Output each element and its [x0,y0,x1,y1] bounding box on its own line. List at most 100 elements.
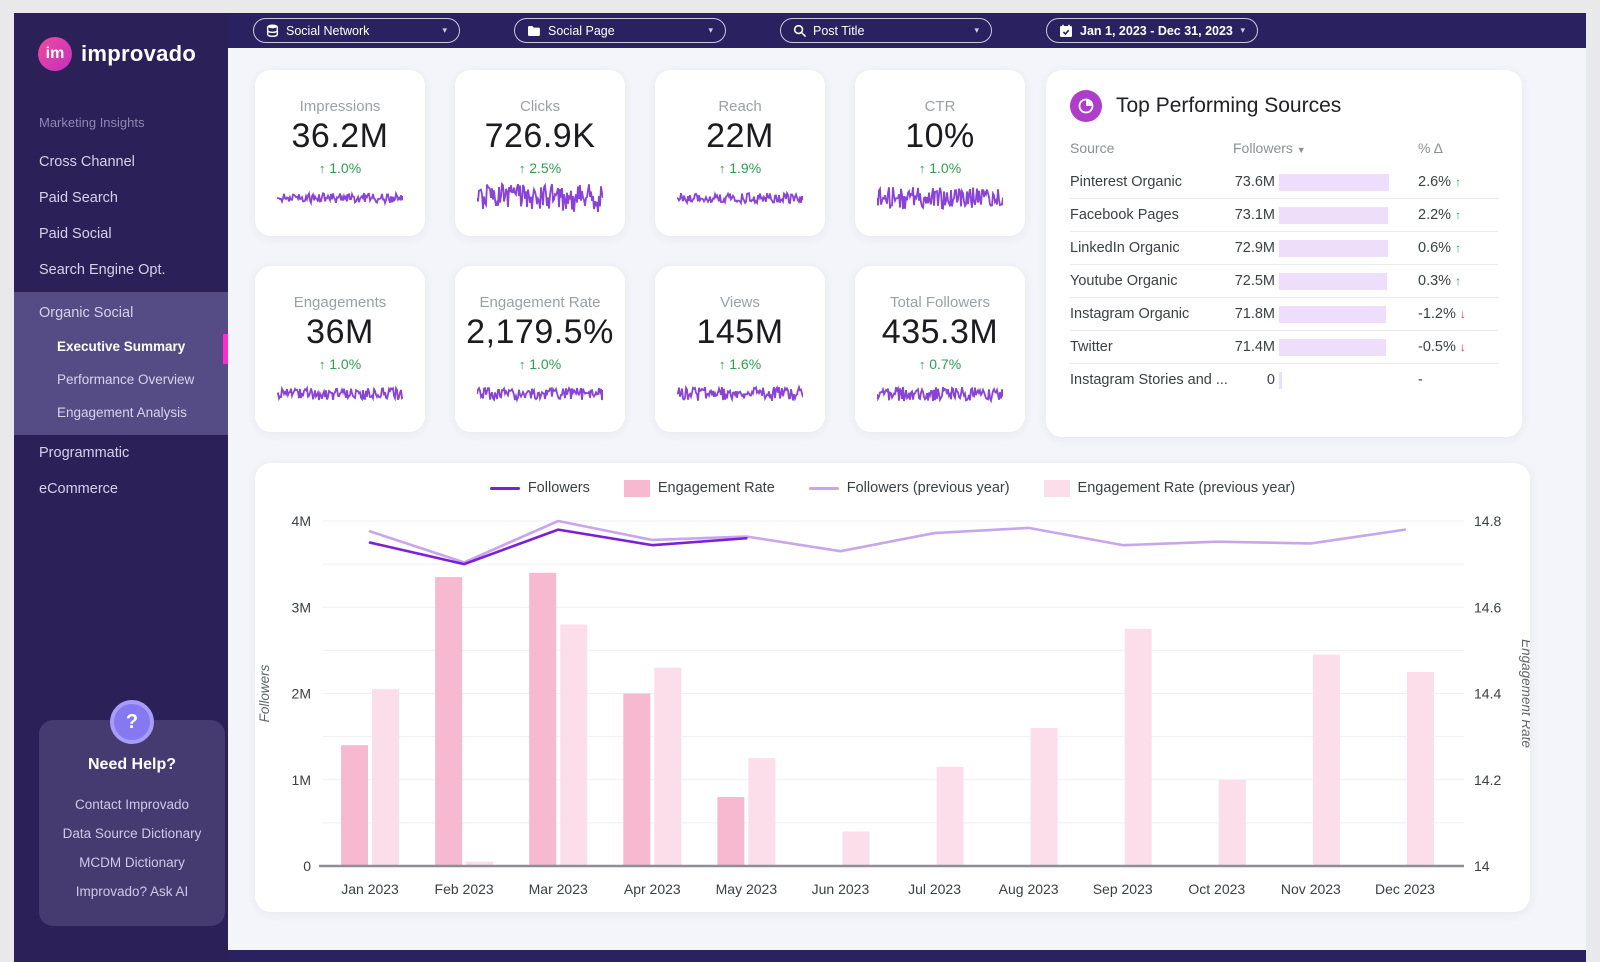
followers-cell: 71.4M [1233,331,1418,364]
logo[interactable]: im improvado [14,13,228,71]
followers-cell: 72.9M [1233,232,1418,265]
svg-text:14.8: 14.8 [1474,513,1501,529]
svg-text:3M: 3M [292,599,311,615]
combo-chart: 01M2M3M4M1414.214.414.614.8FollowersEnga… [255,503,1530,908]
chevron-down-icon: ▾ [708,25,713,36]
help-link-contact[interactable]: Contact Improvado [49,790,215,819]
kpi-delta: ↑ 2.5% [455,160,625,176]
help-link-ask-ai[interactable]: Improvado? Ask AI [49,877,215,906]
table-row[interactable]: Pinterest Organic73.6M2.6% ↑ [1070,166,1498,199]
kpi-card-views: Views145M↑ 1.6% [655,266,825,432]
legend-item-followers-previous-year-[interactable]: Followers (previous year) [809,480,1010,496]
filter-label: Post Title [813,24,864,38]
sidebar-section-label: Marketing Insights [14,71,228,130]
legend-item-engagement-rate-previous-year-[interactable]: Engagement Rate (previous year) [1044,480,1296,497]
svg-text:Jan 2023: Jan 2023 [341,881,399,897]
svg-text:Dec 2023: Dec 2023 [1375,881,1435,897]
sidebar-item-cross-channel[interactable]: Cross Channel [14,144,228,180]
folder-icon [527,25,541,37]
svg-text:Jun 2023: Jun 2023 [812,881,870,897]
kpi-sparkline [877,178,1003,218]
sidebar-item-paid-search[interactable]: Paid Search [14,180,228,216]
kpi-value: 2,179.5% [455,313,625,352]
col-header-followers[interactable]: Followers ▼ [1233,136,1418,166]
table-row[interactable]: Youtube Organic72.5M0.3% ↑ [1070,265,1498,298]
followers-cell: 73.1M [1233,199,1418,232]
filter-date-range[interactable]: Jan 1, 2023 - Dec 31, 2023 ▾ [1046,18,1258,43]
svg-text:Oct 2023: Oct 2023 [1188,881,1245,897]
svg-text:1M: 1M [292,772,311,788]
filter-label: Social Page [548,24,615,38]
kpi-delta: ↑ 1.0% [255,160,425,176]
svg-text:14.6: 14.6 [1474,599,1501,615]
kpi-title: Views [655,294,825,311]
svg-text:Apr 2023: Apr 2023 [624,881,681,897]
sidebar-item-programmatic[interactable]: Programmatic [14,435,228,471]
sidebar-item-paid-social[interactable]: Paid Social [14,216,228,252]
help-link-mcdm-dictionary[interactable]: MCDM Dictionary [49,848,215,877]
database-icon [266,24,279,37]
sidebar-item-label: Executive Summary [57,339,185,354]
followers-bar [1279,339,1386,356]
filter-social-page[interactable]: Social Page ▾ [514,18,726,43]
filter-bar: Social Network ▾ Social Page ▾ Post Titl… [228,13,1586,48]
kpi-title: Reach [655,98,825,115]
improvado-logo-icon: im [38,37,72,71]
kpi-sparkline [477,178,603,218]
sidebar-item-ecommerce[interactable]: eCommerce [14,471,228,507]
table-row[interactable]: Facebook Pages73.1M2.2% ↑ [1070,199,1498,232]
followers-bar [1279,240,1388,257]
kpi-sparkline [877,374,1003,414]
followers-engagement-chart-card: Followers Engagement Rate Followers (previ… [255,463,1530,912]
kpi-value: 435.3M [855,313,1025,352]
chevron-down-icon: ▾ [974,25,979,36]
source-name: Twitter [1070,331,1233,364]
legend-swatch [624,480,650,497]
legend-item-followers[interactable]: Followers [490,480,590,496]
legend-swatch [490,487,520,490]
kpi-card-reach: Reach22M↑ 1.9% [655,70,825,236]
col-header-delta[interactable]: % Δ [1418,136,1498,166]
legend-label: Engagement Rate (previous year) [1078,480,1296,496]
followers-bar [1279,207,1388,224]
table-row[interactable]: Instagram Organic71.8M-1.2% ↓ [1070,298,1498,331]
svg-text:Mar 2023: Mar 2023 [529,881,588,897]
kpi-value: 145M [655,313,825,352]
kpi-value: 36.2M [255,117,425,156]
delta-cell: 2.2% ↑ [1418,199,1498,232]
down-arrow-icon: ↓ [1460,307,1466,321]
table-row[interactable]: LinkedIn Organic72.9M0.6% ↑ [1070,232,1498,265]
kpi-sparkline [477,374,603,414]
svg-text:Engagement Rate: Engagement Rate [1519,639,1530,748]
kpi-card-total-followers: Total Followers435.3M↑ 0.7% [855,266,1025,432]
sidebar-item-engagement-analysis[interactable]: Engagement Analysis [14,396,228,429]
kpi-delta: ↑ 1.0% [255,356,425,372]
kpi-delta: ↑ 0.7% [855,356,1025,372]
up-arrow-icon: ↑ [1455,175,1461,189]
svg-text:4M: 4M [292,513,311,529]
followers-cell: 72.5M [1233,265,1418,298]
source-name: Instagram Organic [1070,298,1233,331]
sidebar-item-performance-overview[interactable]: Performance Overview [14,363,228,396]
sidebar-item-executive-summary[interactable]: Executive Summary [14,330,228,363]
kpi-delta: ↑ 1.0% [855,160,1025,176]
svg-text:Sep 2023: Sep 2023 [1093,881,1153,897]
legend-swatch [809,487,839,490]
table-row[interactable]: Instagram Stories and ...0- [1070,364,1498,397]
sidebar-item-search-engine-opt[interactable]: Search Engine Opt. [14,252,228,288]
sidebar-item-organic-social[interactable]: Organic Social [14,296,228,330]
help-link-data-source-dictionary[interactable]: Data Source Dictionary [49,819,215,848]
col-header-source[interactable]: Source [1070,136,1233,166]
kpi-delta: ↑ 1.9% [655,160,825,176]
legend-item-engagement-rate[interactable]: Engagement Rate [624,480,775,497]
table-row[interactable]: Twitter71.4M-0.5% ↓ [1070,331,1498,364]
chevron-down-icon: ▾ [442,25,447,36]
filter-post-title[interactable]: Post Title ▾ [780,18,992,43]
filter-social-network[interactable]: Social Network ▾ [253,18,460,43]
source-name: LinkedIn Organic [1070,232,1233,265]
svg-text:Nov 2023: Nov 2023 [1281,881,1341,897]
question-mark-icon[interactable]: ? [110,700,154,744]
delta-cell: 0.3% ↑ [1418,265,1498,298]
delta-cell: - [1418,364,1498,397]
up-arrow-icon: ↑ [719,357,726,372]
